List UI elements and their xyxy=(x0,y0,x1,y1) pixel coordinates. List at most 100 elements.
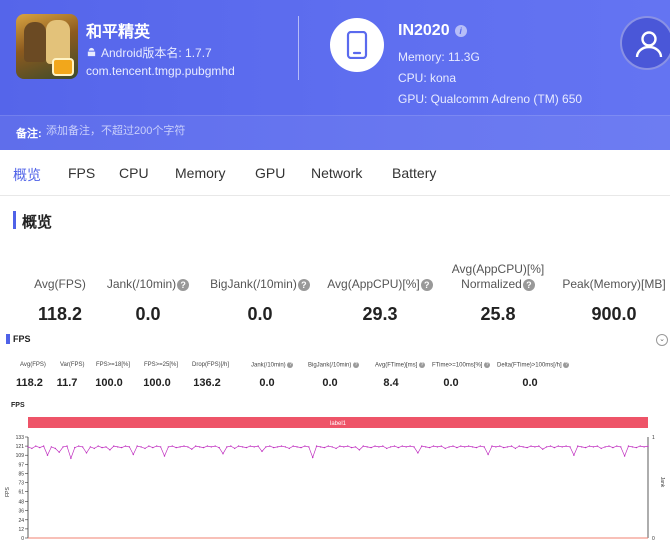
y-tick-label: 36 xyxy=(18,509,24,515)
series-point xyxy=(292,445,294,447)
series-point xyxy=(210,446,212,448)
series-point xyxy=(495,446,497,448)
help-icon[interactable]: ? xyxy=(522,278,535,291)
series-point xyxy=(31,447,33,450)
tab-cpu[interactable]: CPU xyxy=(119,165,149,181)
metric-label: Avg(AppCPU)[%] xyxy=(451,262,545,276)
tab-fps[interactable]: FPS xyxy=(68,165,95,181)
metric-value: 29.3 xyxy=(362,304,398,324)
series-point xyxy=(308,446,310,448)
fps-stat-value: 118.2 xyxy=(16,377,43,389)
series-point xyxy=(491,445,493,447)
series-point xyxy=(175,446,177,449)
android-icon xyxy=(87,47,96,57)
fps-panel-title: FPS xyxy=(13,334,31,344)
series-point xyxy=(464,446,466,448)
series-point xyxy=(280,445,283,447)
fps-stat-label: FPS>=25[%] xyxy=(144,362,179,368)
series-point xyxy=(249,445,251,447)
series-point xyxy=(42,445,45,447)
metric-value: 900.0 xyxy=(591,304,637,324)
series-point xyxy=(421,445,423,447)
series-point xyxy=(198,446,201,448)
info-icon[interactable]: i xyxy=(454,25,467,37)
device-gpu: GPU: Qualcomm Adreno (TM) 650 xyxy=(398,92,583,106)
series-point xyxy=(117,446,119,448)
series-point xyxy=(304,445,306,447)
series-point xyxy=(374,445,376,447)
help-icon[interactable]: ? xyxy=(287,362,294,368)
collapse-button[interactable]: ⌄ xyxy=(656,334,668,346)
series-point xyxy=(132,453,134,456)
series-point xyxy=(241,446,244,448)
series-point xyxy=(623,455,626,457)
tab-overview[interactable]: 概览 xyxy=(13,165,41,185)
series-point xyxy=(432,445,435,447)
series-point xyxy=(397,446,400,449)
series-point xyxy=(514,447,517,450)
help-icon[interactable]: ? xyxy=(419,362,426,368)
series-point xyxy=(510,445,513,447)
series-point xyxy=(273,446,275,449)
series-point xyxy=(339,445,341,447)
series-point xyxy=(366,446,368,448)
series-point xyxy=(627,445,630,447)
section-title: 概览 xyxy=(22,214,53,231)
help-icon[interactable]: ? xyxy=(563,362,570,368)
series-point xyxy=(647,445,649,447)
help-icon[interactable]: ? xyxy=(297,278,310,291)
series-point xyxy=(214,445,216,447)
series-point xyxy=(538,445,540,447)
series-point xyxy=(70,457,72,459)
help-icon[interactable]: ? xyxy=(484,362,491,368)
series-point xyxy=(370,446,372,449)
phone-icon xyxy=(346,31,368,59)
header-divider xyxy=(298,16,299,80)
tab-memory[interactable]: Memory xyxy=(175,165,226,181)
fps-chart: label1 133 121 109 97 85 73 61 48 36 24 12 0 1 0 FPS Jan… xyxy=(5,417,665,542)
fps-stat-value: 0.0 xyxy=(259,377,275,389)
help-icon[interactable]: ? xyxy=(420,278,433,291)
series-point xyxy=(471,446,474,448)
help-icon[interactable]: ? xyxy=(177,278,190,291)
series-point xyxy=(113,445,115,447)
fps-accent xyxy=(6,334,10,344)
series-point xyxy=(46,454,49,456)
series-point xyxy=(545,446,548,448)
series-point xyxy=(156,445,158,447)
series-point xyxy=(261,450,263,453)
fps-stat-value: 8.4 xyxy=(383,377,399,389)
y-tick-label: 133 xyxy=(16,435,25,441)
series-point xyxy=(467,445,470,447)
metric-value: 0.0 xyxy=(247,304,273,324)
series-point xyxy=(444,447,446,450)
series-point xyxy=(584,446,587,449)
series-point xyxy=(195,445,197,447)
series-point xyxy=(265,446,267,448)
note-input[interactable] xyxy=(46,121,346,141)
metric-label-line2: Normalized? xyxy=(440,277,556,291)
series-point xyxy=(93,447,96,450)
tab-battery[interactable]: Battery xyxy=(392,165,436,181)
metric-label: Avg(AppCPU)[%]? xyxy=(322,277,438,291)
series-point xyxy=(440,445,442,447)
help-icon[interactable]: ? xyxy=(353,362,360,368)
device-avatar xyxy=(330,18,384,72)
series-point xyxy=(643,446,645,448)
series-point xyxy=(58,451,60,453)
series-point xyxy=(417,452,419,454)
fps-stat-value: 0.0 xyxy=(522,377,538,389)
series-point xyxy=(534,446,536,448)
series-point xyxy=(191,448,193,450)
fps-stat-label: Var(FPS) xyxy=(60,362,85,368)
series-point xyxy=(499,445,501,447)
series-point xyxy=(315,445,318,447)
user-avatar[interactable] xyxy=(620,16,670,70)
series-point xyxy=(577,445,579,447)
tab-network[interactable]: Network xyxy=(311,165,362,181)
metric-label: Avg(FPS) xyxy=(34,277,86,291)
series-point xyxy=(479,445,481,447)
series-point xyxy=(159,446,162,448)
series-point xyxy=(503,446,505,449)
tab-gpu[interactable]: GPU xyxy=(255,165,285,181)
